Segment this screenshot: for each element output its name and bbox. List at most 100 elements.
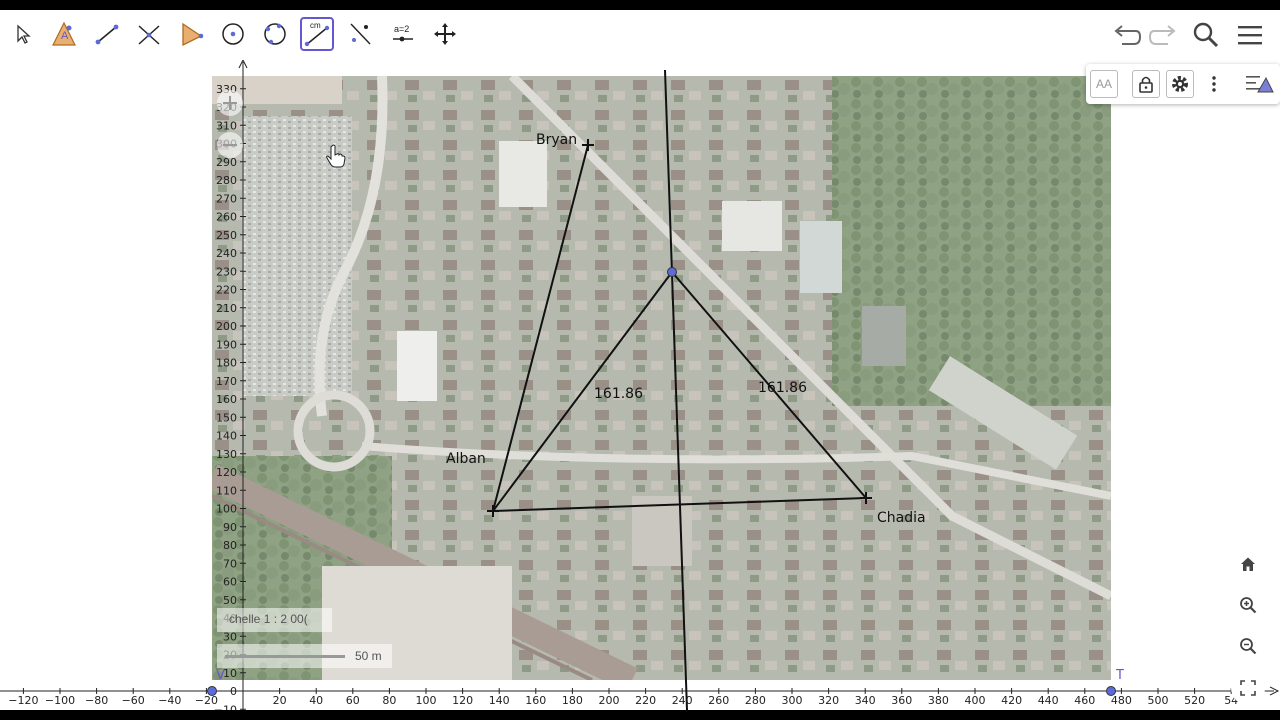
y-tick-label: 250 <box>216 229 237 242</box>
x-tick-label: −80 <box>85 694 108 707</box>
scale-bar-box: 50 m <box>217 644 392 668</box>
segment-tool-icon[interactable] <box>90 17 124 51</box>
undo-icon[interactable] <box>1110 18 1144 52</box>
redo-icon[interactable] <box>1146 18 1180 52</box>
move-graphics-view-tool-icon[interactable] <box>428 17 462 51</box>
toolbar: A cm a=2 <box>0 10 1280 60</box>
polygon-tool-icon[interactable] <box>174 17 208 51</box>
y-tick-label: −10 <box>214 703 237 710</box>
y-tick-label: 240 <box>216 247 237 260</box>
standard-view-home-icon[interactable] <box>1231 547 1265 581</box>
x-tick-label: −60 <box>122 694 145 707</box>
slider-tool-label: a=2 <box>394 24 409 34</box>
y-tick-label: 60 <box>223 576 237 589</box>
distance-tool-icon[interactable]: cm <box>300 17 334 51</box>
scale-ratio-box: chelle 1 : 2 00( <box>217 608 332 632</box>
scale-ratio-text: chelle 1 : 2 00( <box>229 612 308 626</box>
x-tick-label: 180 <box>562 694 583 707</box>
label-chadia[interactable]: Chadia <box>877 510 926 526</box>
y-tick-label: 280 <box>216 174 237 187</box>
zoom-in-icon[interactable] <box>1231 588 1265 622</box>
y-tick-label: 130 <box>216 448 237 461</box>
distance-label-right[interactable]: 161.86 <box>758 380 807 396</box>
perpendicular-line-tool-icon[interactable] <box>132 17 166 51</box>
x-tick-label: 220 <box>635 694 656 707</box>
x-tick-label: 260 <box>708 694 729 707</box>
hand-cursor-icon <box>326 144 346 168</box>
point-tool-icon[interactable]: A <box>47 17 81 51</box>
y-tick-label: 140 <box>216 430 237 443</box>
graphics-view[interactable]: −120 −100 −80 −60 −40 −20 20 40 60 80 100 120 140 160… <box>0 60 1280 710</box>
intersection-point[interactable] <box>667 267 677 277</box>
x-tick-label: 60 <box>346 694 360 707</box>
slider-tool-icon[interactable]: a=2 <box>386 17 420 51</box>
toggle-style-bar-icon[interactable] <box>1242 70 1276 98</box>
label-alban[interactable]: Alban <box>446 451 486 467</box>
x-tick-label: −100 <box>45 694 75 707</box>
x-tick-label: 240 <box>672 694 693 707</box>
y-tick-label: 170 <box>216 375 237 388</box>
x-tick-label: 160 <box>525 694 546 707</box>
x-tick-label: 440 <box>1038 694 1059 707</box>
x-tick-label: 380 <box>928 694 949 707</box>
settings-gear-icon[interactable] <box>1166 70 1194 98</box>
zoom-out-icon[interactable] <box>1231 629 1265 663</box>
y-tick-label: 10 <box>223 667 237 680</box>
y-tick-label: 310 <box>216 119 237 132</box>
y-tick-label: 230 <box>216 265 237 278</box>
svg-text:A: A <box>61 30 69 42</box>
map-zoom-in-button[interactable] <box>217 90 243 116</box>
lock-icon[interactable] <box>1132 70 1160 98</box>
scale-bar <box>225 655 345 658</box>
y-tick-label: 180 <box>216 357 237 370</box>
x-tick-label: 320 <box>818 694 839 707</box>
x-tick-label: 300 <box>782 694 803 707</box>
y-tick-label: 120 <box>216 466 237 479</box>
map-zoom-out-button[interactable] <box>217 132 243 158</box>
y-tick-label: 220 <box>216 284 237 297</box>
move-tool-icon[interactable] <box>6 17 40 51</box>
font-size-button[interactable]: AA <box>1090 70 1118 98</box>
label-t: T <box>1116 668 1124 683</box>
y-tick-label: 90 <box>223 521 237 534</box>
x-tick-label: 400 <box>965 694 986 707</box>
y-tick-label: 200 <box>216 320 237 333</box>
label-v: V <box>216 668 225 683</box>
x-tick-label: 520 <box>1184 694 1205 707</box>
y-tick-label: 270 <box>216 192 237 205</box>
x-tick-label: 200 <box>599 694 620 707</box>
x-tick-label: 20 <box>273 694 287 707</box>
y-tick-label: 70 <box>223 557 237 570</box>
x-tick-label: 500 <box>1148 694 1169 707</box>
label-bryan[interactable]: Bryan <box>536 132 577 148</box>
main-menu-icon[interactable] <box>1233 18 1267 52</box>
point-t[interactable] <box>1106 686 1116 696</box>
segment-bryan-alban[interactable] <box>492 144 589 512</box>
y-tick-label: 0 <box>230 685 237 698</box>
x-tick-label: 420 <box>1001 694 1022 707</box>
distance-tool-label: cm <box>310 21 321 30</box>
circle-tool-icon[interactable] <box>216 17 250 51</box>
y-tick-label: 260 <box>216 211 237 224</box>
segment-alban-apex[interactable] <box>492 271 673 512</box>
x-tick-label: 480 <box>1111 694 1132 707</box>
y-tick-label: 110 <box>216 484 237 497</box>
x-tick-label: 460 <box>1074 694 1095 707</box>
point-bryan-marker[interactable] <box>582 139 594 151</box>
circle-three-points-tool-icon[interactable] <box>258 17 292 51</box>
y-tick-label: 50 <box>223 594 237 607</box>
y-tick-label: 30 <box>223 630 237 643</box>
y-tick-label: 160 <box>216 393 237 406</box>
perpendicular-bisector-line[interactable] <box>664 69 688 710</box>
y-tick-label: 210 <box>216 302 237 315</box>
reflect-tool-icon[interactable] <box>343 17 377 51</box>
style-bar: AA <box>1086 64 1280 104</box>
y-tick-label: 150 <box>216 411 237 424</box>
y-tick-label: 100 <box>216 503 237 516</box>
y-tick-label: 80 <box>223 539 237 552</box>
point-v[interactable] <box>207 686 217 696</box>
fullscreen-icon[interactable] <box>1231 671 1265 705</box>
more-options-icon[interactable] <box>1200 70 1228 98</box>
distance-label-left[interactable]: 161.86 <box>594 386 643 402</box>
search-icon[interactable] <box>1189 18 1223 52</box>
